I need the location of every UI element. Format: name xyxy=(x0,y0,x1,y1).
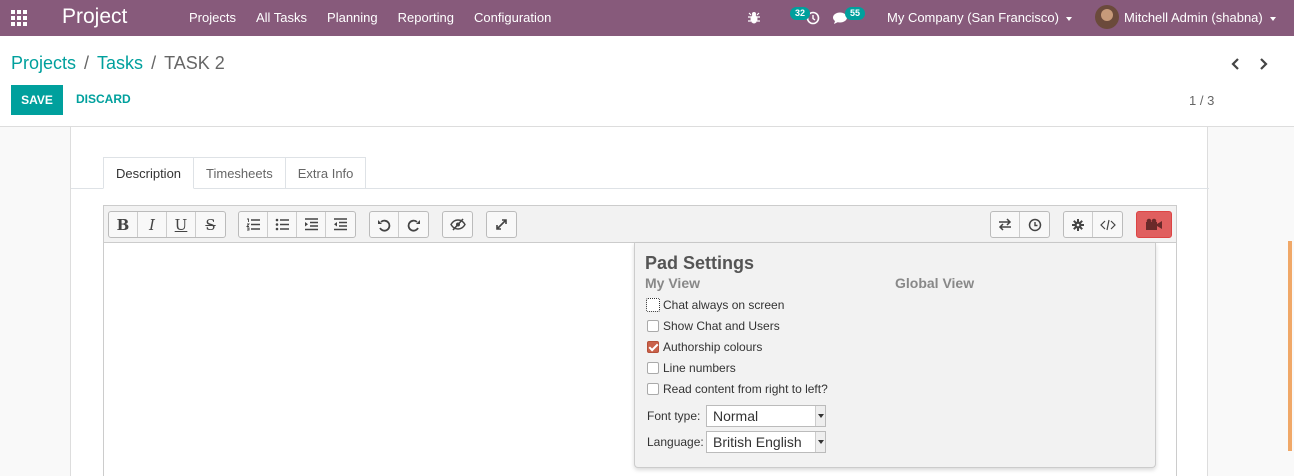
settings-group xyxy=(1063,211,1123,238)
notebook-tabs: Description Timesheets Extra Info xyxy=(103,157,367,189)
breadcrumb-separator: / xyxy=(151,53,157,73)
breadcrumb-tasks[interactable]: Tasks xyxy=(97,53,143,74)
authorship-colours-checkbox[interactable] xyxy=(647,341,659,353)
option-label: Line numbers xyxy=(663,361,736,375)
redo-icon[interactable] xyxy=(399,212,428,237)
chevron-right-icon[interactable] xyxy=(1258,57,1268,71)
visibility-group xyxy=(442,211,473,238)
outdent-icon[interactable] xyxy=(326,212,355,237)
option-authorship-colours[interactable]: Authorship colours xyxy=(647,340,762,354)
user-menu[interactable]: Mitchell Admin (shabna) xyxy=(1124,10,1276,25)
company-switcher[interactable]: My Company (San Francisco) xyxy=(887,10,1072,25)
debug-bug-icon[interactable] xyxy=(747,0,761,36)
global-view-heading: Global View xyxy=(895,275,975,291)
chevron-down-icon xyxy=(1269,16,1276,21)
strikethrough-button[interactable]: S xyxy=(196,212,225,237)
history-clock-icon[interactable] xyxy=(1020,212,1049,237)
font-type-value: Normal xyxy=(713,408,759,424)
option-line-numbers[interactable]: Line numbers xyxy=(647,361,736,375)
language-value: British English xyxy=(713,434,802,450)
pad-settings-popup: Pad Settings My View Global View Chat al… xyxy=(634,243,1156,468)
breadcrumb-separator: / xyxy=(84,53,90,73)
list-group xyxy=(238,211,356,238)
tab-extra-info[interactable]: Extra Info xyxy=(285,157,367,189)
italic-button[interactable]: I xyxy=(138,212,167,237)
underline-button[interactable]: U xyxy=(167,212,196,237)
tab-timesheets[interactable]: Timesheets xyxy=(194,157,286,189)
sync-group xyxy=(990,211,1050,238)
option-label: Read content from right to left? xyxy=(663,382,828,396)
video-camera-icon[interactable] xyxy=(1137,212,1171,237)
language-select[interactable]: British English xyxy=(706,431,826,453)
unordered-list-icon[interactable] xyxy=(268,212,297,237)
pad-editor[interactable]: B I U S Pad Settings My View Global View… xyxy=(103,205,1177,476)
user-avatar[interactable] xyxy=(1095,5,1119,29)
bold-button[interactable]: B xyxy=(109,212,138,237)
menu-item-projects[interactable]: Projects xyxy=(189,10,236,25)
menu-item-reporting[interactable]: Reporting xyxy=(398,10,454,25)
code-icon[interactable] xyxy=(1093,212,1122,237)
option-label: Show Chat and Users xyxy=(663,319,780,333)
breadcrumb-projects[interactable]: Projects xyxy=(11,53,76,74)
discard-button[interactable]: DISCARD xyxy=(76,92,131,106)
option-label: Authorship colours xyxy=(663,340,763,354)
chevron-left-icon[interactable] xyxy=(1231,57,1241,71)
tab-description[interactable]: Description xyxy=(103,157,195,189)
app-title: Project xyxy=(62,5,128,28)
option-chat-always-on-screen[interactable]: Chat always on screen xyxy=(646,298,785,312)
undo-icon[interactable] xyxy=(370,212,399,237)
ordered-list-icon[interactable] xyxy=(239,212,268,237)
format-group: B I U S xyxy=(108,211,226,238)
activity-count-badge: 32 xyxy=(790,7,811,20)
chevron-down-icon xyxy=(815,406,825,426)
chevron-down-icon xyxy=(815,432,825,452)
eye-slash-icon[interactable] xyxy=(443,212,472,237)
company-name: My Company (San Francisco) xyxy=(887,10,1059,25)
menu-item-all-tasks[interactable]: All Tasks xyxy=(256,10,307,25)
top-navbar: Project Projects All Tasks Planning Repo… xyxy=(0,0,1294,36)
import-export-icon[interactable] xyxy=(991,212,1020,237)
fullscreen-group xyxy=(486,211,517,238)
video-group xyxy=(1136,211,1172,238)
editor-toolbar: B I U S xyxy=(104,206,1176,243)
main-menu: Projects All Tasks Planning Reporting Co… xyxy=(189,10,571,25)
indent-icon[interactable] xyxy=(297,212,326,237)
gear-icon[interactable] xyxy=(1064,212,1093,237)
option-label: Chat always on screen xyxy=(663,298,785,312)
option-show-chat-users[interactable]: Show Chat and Users xyxy=(647,319,780,333)
user-name: Mitchell Admin (shabna) xyxy=(1124,10,1263,25)
pad-settings-title: Pad Settings xyxy=(645,253,755,273)
font-type-select[interactable]: Normal xyxy=(706,405,826,427)
expand-icon[interactable] xyxy=(487,212,516,237)
control-panel: Projects / Tasks / TASK 2 SAVE DISCARD 1… xyxy=(0,36,1294,127)
chat-always-checkbox[interactable] xyxy=(646,298,660,312)
language-label: Language: xyxy=(647,435,704,449)
font-type-label: Font type: xyxy=(647,409,701,423)
history-group xyxy=(369,211,429,238)
save-button[interactable]: SAVE xyxy=(11,85,63,115)
form-sheet: Description Timesheets Extra Info B I U … xyxy=(70,127,1209,476)
apps-menu-icon[interactable] xyxy=(11,10,29,26)
show-chat-users-checkbox[interactable] xyxy=(647,320,659,332)
scrollbar-indicator[interactable] xyxy=(1288,241,1292,451)
option-rtl[interactable]: Read content from right to left? xyxy=(647,382,828,396)
breadcrumb: Projects / Tasks / TASK 2 xyxy=(11,53,225,74)
line-numbers-checkbox[interactable] xyxy=(647,362,659,374)
pager-label: 1 / 3 xyxy=(1189,93,1215,108)
messages-chat-icon[interactable] xyxy=(832,0,848,36)
message-count-badge: 55 xyxy=(845,7,866,20)
rtl-checkbox[interactable] xyxy=(647,383,659,395)
chevron-down-icon xyxy=(1065,16,1072,21)
menu-item-configuration[interactable]: Configuration xyxy=(474,10,551,25)
breadcrumb-current: TASK 2 xyxy=(164,53,225,73)
my-view-heading: My View xyxy=(645,275,700,291)
menu-item-planning[interactable]: Planning xyxy=(327,10,378,25)
